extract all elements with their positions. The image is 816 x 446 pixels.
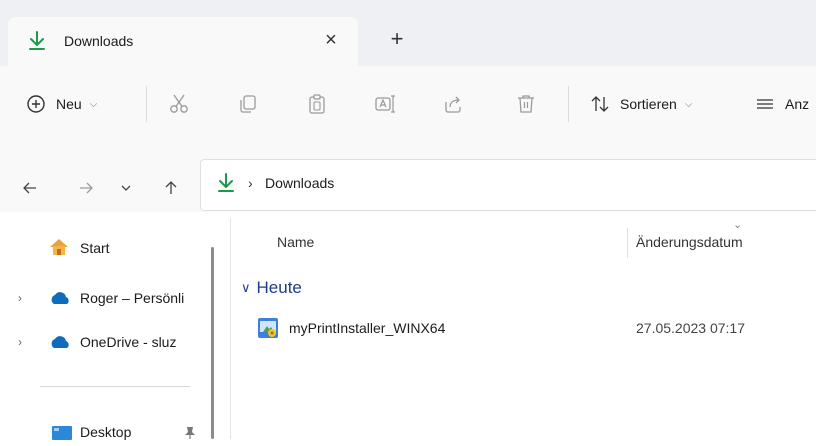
- arrow-left-icon: [23, 182, 36, 194]
- column-header-name[interactable]: Name: [277, 234, 314, 250]
- scissors-icon: [170, 94, 188, 113]
- share-icon: [445, 96, 461, 113]
- plus-circle-icon: [27, 95, 45, 113]
- chevron-right-icon: ›: [18, 291, 22, 305]
- column-header-date[interactable]: Änderungsdatum: [636, 234, 743, 250]
- chevron-down-icon: ⌵: [684, 98, 693, 110]
- chevron-right-icon: ›: [18, 335, 22, 349]
- sidebar-item-label: Start: [80, 240, 110, 256]
- new-button-label: Neu: [56, 96, 82, 112]
- view-button[interactable]: Anz: [755, 90, 809, 118]
- up-button[interactable]: [159, 176, 183, 200]
- sidebar-item-onedrive-personal[interactable]: › Roger – Persönli: [0, 284, 210, 312]
- paste-button[interactable]: [306, 90, 328, 118]
- breadcrumb-downloads[interactable]: Downloads: [265, 175, 334, 191]
- file-list: Name ⌄ Änderungsdatum ∨ Heute myPrintIns…: [231, 212, 816, 439]
- back-button[interactable]: [18, 176, 42, 200]
- group-header-today[interactable]: ∨ Heute: [241, 278, 302, 298]
- chevron-down-icon: ⌵: [89, 98, 98, 110]
- view-lines-icon: [757, 99, 773, 109]
- view-button-label: Anz: [785, 96, 810, 112]
- breadcrumb-separator: ›: [248, 175, 253, 191]
- sidebar-item-label: Roger – Persönli: [80, 290, 185, 306]
- sort-indicator-icon: ⌄: [733, 219, 743, 231]
- file-modified-date: 27.05.2023 07:17: [636, 320, 745, 336]
- desktop-folder-icon: [52, 426, 72, 445]
- sidebar-item-label: OneDrive - sluz: [80, 334, 177, 350]
- sort-button-label: Sortieren: [620, 96, 677, 112]
- title-bar: Downloads × +: [0, 0, 816, 66]
- address-bar[interactable]: › Downloads: [200, 159, 816, 211]
- tab-downloads[interactable]: Downloads ×: [8, 17, 358, 66]
- copy-button[interactable]: [237, 90, 259, 118]
- command-bar: Neu ⌵ Sortieren ⌵ Anz: [0, 66, 816, 143]
- pin-icon[interactable]: [184, 426, 196, 443]
- toolbar-divider: [146, 86, 147, 122]
- onedrive-cloud-icon: [48, 335, 72, 352]
- navigation-pane: Start › Roger – Persönli › OneDrive - sl…: [0, 212, 232, 440]
- forward-button[interactable]: [74, 176, 98, 200]
- arrow-up-icon: [165, 181, 177, 194]
- rename-button[interactable]: [374, 90, 396, 118]
- close-tab-button[interactable]: ×: [321, 28, 341, 52]
- share-button[interactable]: [442, 90, 464, 118]
- chevron-down-icon: [121, 185, 131, 191]
- sidebar-item-label: Desktop: [80, 424, 132, 440]
- recent-locations-button[interactable]: [114, 176, 138, 200]
- sidebar-item-onedrive-sluz[interactable]: › OneDrive - sluz: [0, 328, 210, 356]
- clipboard-icon: [309, 94, 325, 114]
- installer-icon: [258, 318, 278, 341]
- new-tab-button[interactable]: +: [385, 27, 409, 51]
- copy-icon: [240, 95, 256, 113]
- tab-title: Downloads: [64, 33, 134, 49]
- group-label: Heute: [256, 278, 302, 297]
- new-button[interactable]: Neu ⌵: [26, 90, 97, 118]
- onedrive-cloud-icon: [48, 291, 72, 308]
- sidebar-divider: [40, 386, 190, 387]
- cut-button[interactable]: [168, 90, 190, 118]
- home-icon: [48, 237, 70, 260]
- rename-icon: [375, 95, 395, 113]
- download-icon: [28, 31, 46, 54]
- file-name[interactable]: myPrintInstaller_WINX64: [289, 320, 445, 336]
- delete-button[interactable]: [515, 90, 537, 118]
- sidebar-item-start[interactable]: Start: [0, 234, 200, 262]
- sidebar-item-desktop[interactable]: Desktop: [0, 418, 200, 446]
- sort-arrows-icon: [591, 96, 609, 112]
- sidebar-scrollbar[interactable]: [211, 247, 214, 439]
- chevron-down-icon: ∨: [241, 280, 251, 295]
- column-divider[interactable]: [627, 228, 628, 258]
- arrow-right-icon: [80, 182, 93, 194]
- trash-icon: [518, 95, 534, 113]
- download-icon: [217, 173, 235, 196]
- sort-button[interactable]: Sortieren ⌵: [590, 90, 692, 118]
- toolbar-divider: [568, 86, 569, 122]
